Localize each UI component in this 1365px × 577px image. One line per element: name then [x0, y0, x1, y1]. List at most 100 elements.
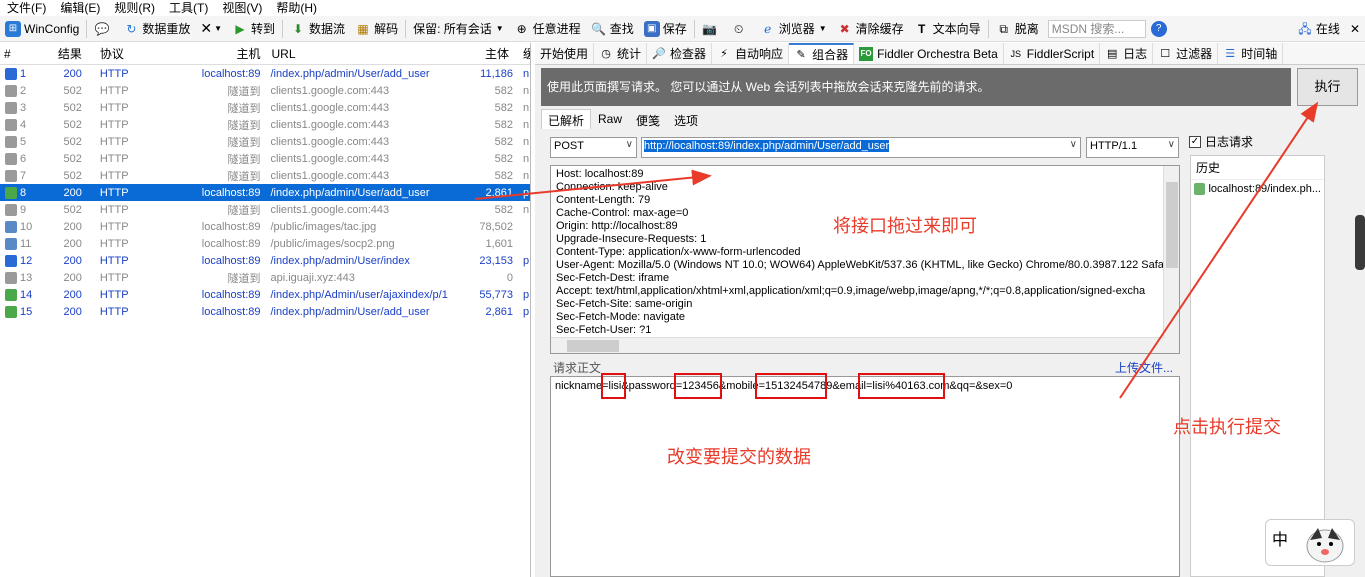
menu-file[interactable]: 文件(F) — [0, 0, 53, 16]
table-row[interactable]: 9 502 HTTP 隧道到 clients1.google.com:443 582 n — [0, 201, 530, 218]
stream-button[interactable]: ⬇ 数据流 — [285, 16, 350, 42]
goto-button[interactable]: ▶ 转到 — [227, 16, 280, 42]
tab-fiddlerscript[interactable]: JS FiddlerScript — [1004, 43, 1101, 64]
col-content-type[interactable]: 缓 — [513, 45, 530, 62]
process-filter-button[interactable]: ⊕ 任意进程 — [509, 16, 586, 42]
table-row[interactable]: 15 200 HTTP localhost:89/index.php/admin/Us… — [0, 303, 530, 320]
col-body[interactable]: 主体 — [461, 45, 513, 62]
clear-cache-button[interactable]: ✖ 清除缓存 — [832, 16, 909, 42]
msdn-search-input[interactable]: MSDN 搜索... — [1047, 19, 1146, 38]
remove-button[interactable]: ✕ ▼ — [195, 16, 227, 42]
browser-icon: ℯ — [764, 21, 772, 36]
online-indicator[interactable]: 🖧 在线 — [1292, 16, 1345, 42]
tab-log[interactable]: ▤ 日志 — [1100, 43, 1154, 64]
table-row[interactable]: 5 502 HTTP 隧道到 clients1.google.com:443 582 n — [0, 133, 530, 150]
subtab-parsed[interactable]: 已解析 — [541, 109, 592, 129]
cell-protocol: HTTP — [99, 220, 129, 233]
table-row[interactable]: 2 502 HTTP 隧道到 clients1.google.com:443 582 n — [0, 82, 530, 99]
tab-orchestra[interactable]: FO Fiddler Orchestra Beta — [854, 43, 1004, 64]
chevron-down-icon: ▼ — [495, 24, 504, 33]
scroll-thumb[interactable] — [567, 340, 619, 352]
header-line: Host: localhost:89 — [556, 168, 644, 180]
table-row[interactable]: 7 502 HTTP 隧道到 clients1.google.com:443 582 n — [0, 167, 530, 184]
side-handle[interactable] — [1355, 215, 1365, 270]
subtab-scratchpad[interactable]: 便笺 — [629, 109, 667, 129]
history-list[interactable]: 历史 localhost:89/index.ph... — [1190, 155, 1325, 577]
table-row[interactable]: 4 502 HTTP 隧道到 clients1.google.com:443 582 n — [0, 116, 530, 133]
text-wizard-button[interactable]: T 文本向导 — [909, 16, 986, 42]
method-select[interactable]: POST ∨ — [550, 137, 637, 158]
cell-result: 200 — [63, 288, 82, 301]
tab-filters[interactable]: ☐ 过滤器 — [1153, 43, 1219, 64]
camera-button[interactable]: 📷 — [697, 16, 726, 42]
tab-timeline[interactable]: ☰ 时间轴 — [1218, 43, 1284, 64]
table-row[interactable]: 6 502 HTTP 隧道到 clients1.google.com:443 582 n — [0, 150, 530, 167]
cell-num: 14 — [0, 288, 50, 301]
execute-button[interactable]: 执行 — [1297, 68, 1358, 106]
log-requests-checkbox[interactable]: ✓ 日志请求 — [1189, 133, 1360, 150]
cell-host: localhost:89 — [201, 288, 261, 301]
table-row[interactable]: 3 502 HTTP 隧道到 clients1.google.com:443 582 n — [0, 99, 530, 116]
menu-edit[interactable]: 编辑(E) — [53, 0, 107, 16]
menu-help[interactable]: 帮助(H) — [269, 0, 324, 16]
horizontal-scrollbar[interactable] — [551, 337, 1165, 353]
table-row[interactable]: 13 200 HTTP 隧道到 api.iguaji.xyz:443 0 — [0, 269, 530, 286]
menu-view[interactable]: 视图(V) — [215, 0, 269, 16]
subtab-raw[interactable]: Raw — [591, 109, 629, 129]
session-list[interactable]: # 结果 协议 主机 URL 主体 缓 1 200 HTTP localhost:89… — [0, 43, 531, 577]
table-row[interactable]: 11 200 HTTP localhost:89/public/images/socp… — [0, 235, 530, 252]
col-num[interactable]: # — [0, 47, 50, 61]
table-row[interactable]: 12 200 HTTP localhost:89/index.php/admin/Us… — [0, 252, 530, 269]
browser-button[interactable]: ℯ 浏览器 ▼ — [755, 16, 832, 42]
table-row[interactable]: 10 200 HTTP localhost:89/public/images/tac.… — [0, 218, 530, 235]
cell-url: clients1.google.com:443 — [270, 118, 390, 131]
tab-autoresponder[interactable]: ⚡ 自动响应 — [712, 43, 790, 64]
header-line: Sec-Fetch-User: ?1 — [556, 324, 652, 336]
table-row[interactable]: 8 200 HTTP localhost:89/index.php/admin/Use… — [0, 184, 530, 201]
tab-composer[interactable]: ✎ 组合器 — [789, 43, 855, 64]
table-row[interactable]: 1 200 HTTP localhost:89/index.php/admin/Use… — [0, 65, 530, 82]
url-input[interactable]: http://localhost:89/index.php/admin/User… — [641, 137, 1081, 158]
timer-button[interactable]: ⏲ — [726, 16, 755, 42]
tab-get-started[interactable]: 开始使用 — [535, 43, 595, 64]
scroll-thumb[interactable] — [1166, 182, 1178, 268]
highlight-password — [674, 373, 722, 399]
replay-button[interactable]: ↻ 数据重放 — [118, 16, 195, 42]
session-list-header: # 结果 协议 主机 URL 主体 缓 — [0, 43, 530, 65]
col-url[interactable]: URL — [268, 47, 462, 61]
winconfig-button[interactable]: ⊞ WinConfig — [0, 16, 84, 42]
divider — [405, 19, 407, 38]
header-line: User-Agent: Mozilla/5.0 (Windows NT 10.0… — [556, 259, 1171, 271]
subtab-options[interactable]: 选项 — [667, 109, 705, 129]
lock-icon — [5, 271, 17, 284]
menu-tools[interactable]: 工具(T) — [162, 0, 215, 16]
http-version-select[interactable]: HTTP/1.1 ∨ — [1086, 137, 1179, 158]
table-row[interactable]: 14 200 HTTP localhost:89/index.php/Admin/us… — [0, 286, 530, 303]
detach-button[interactable]: ⧉ 脱离 — [991, 16, 1044, 42]
request-body-editor[interactable]: nickname=lisi&password=123456&mobile=151… — [550, 376, 1180, 577]
menu-bar: 文件(F) 编辑(E) 规则(R) 工具(T) 视图(V) 帮助(H) — [0, 0, 1365, 16]
comment-button[interactable]: 💬 — [89, 16, 118, 42]
request-headers-editor[interactable]: Host: localhost:89 Connection: keep-alive… — [550, 165, 1180, 354]
find-button[interactable]: 🔍 查找 — [586, 16, 639, 42]
divider — [86, 19, 88, 38]
cell-body: 78,502 — [479, 220, 513, 233]
col-result[interactable]: 结果 — [50, 45, 94, 62]
close-toolbar-button[interactable]: ✕ — [1345, 16, 1365, 42]
save-button[interactable]: ▣ 保存 — [639, 16, 692, 42]
col-host[interactable]: 主机 — [150, 45, 268, 62]
col-protocol[interactable]: 协议 — [94, 45, 150, 62]
tab-inspectors[interactable]: 🔎 检查器 — [647, 43, 713, 64]
vertical-scrollbar[interactable] — [1163, 166, 1179, 353]
post-icon — [5, 305, 17, 318]
history-item[interactable]: localhost:89/index.ph... — [1191, 180, 1324, 198]
dog-icon — [1306, 528, 1344, 563]
help-button[interactable]: ? — [1146, 16, 1175, 42]
keep-sessions-dropdown[interactable]: 保留: 所有会话 ▼ — [408, 16, 509, 42]
decode-button[interactable]: ▦ 解码 — [350, 16, 403, 42]
tab-statistics[interactable]: ◷ 统计 — [594, 43, 648, 64]
menu-rules[interactable]: 规则(R) — [107, 0, 162, 16]
chevron-down-icon: ∨ — [625, 139, 633, 150]
cell-body: 582 — [494, 135, 513, 148]
upload-file-link[interactable]: 上传文件... — [1115, 359, 1173, 376]
